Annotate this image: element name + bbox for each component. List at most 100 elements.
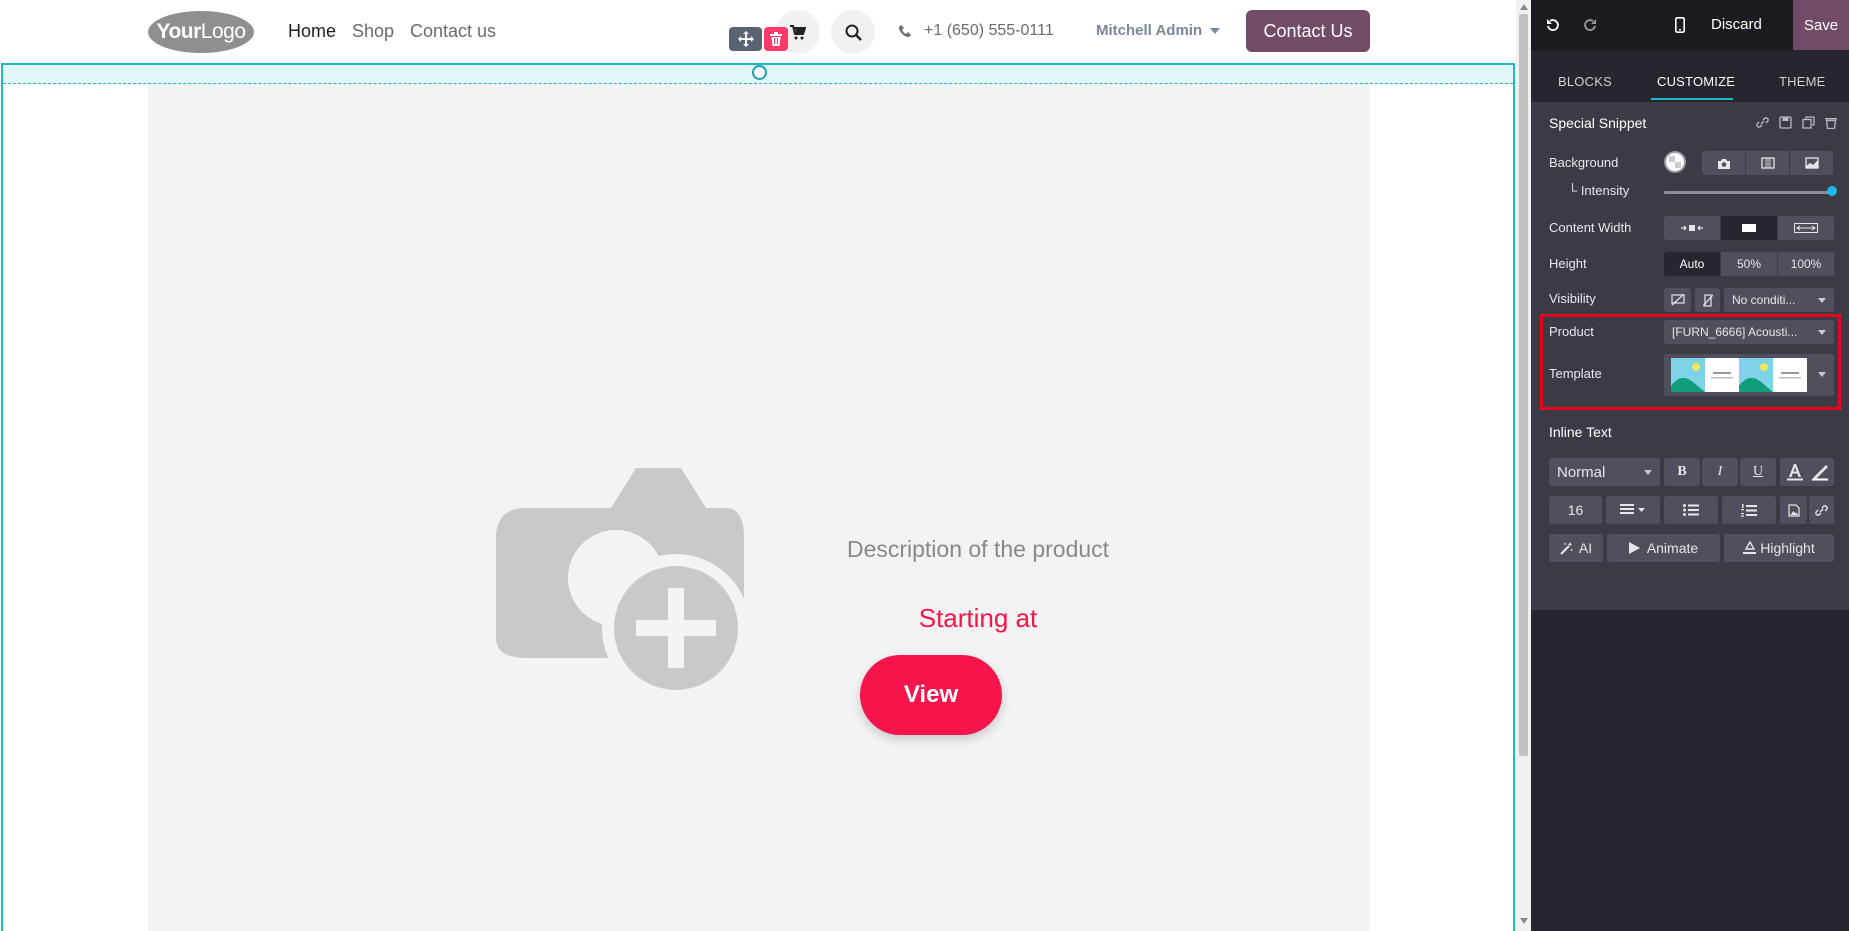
content-width-group — [1664, 216, 1834, 240]
contact-us-button[interactable]: Contact Us — [1246, 10, 1370, 52]
link-icon[interactable] — [1756, 116, 1769, 129]
undo-button[interactable] — [1543, 15, 1563, 35]
discard-button[interactable]: Discard — [1711, 16, 1762, 33]
underline-button[interactable]: U — [1740, 458, 1776, 486]
align-icon — [1620, 504, 1645, 514]
insert-media-button[interactable] — [1780, 496, 1807, 524]
customize-panel: Special Snippet Background └ Intensity C… — [1531, 102, 1849, 610]
phone-number: +1 (650) 555-0111 — [924, 22, 1054, 39]
move-icon — [737, 31, 754, 47]
content-width-label: Content Width — [1549, 220, 1632, 235]
width-full-button[interactable] — [1778, 216, 1834, 240]
numbered-list-button[interactable] — [1722, 496, 1776, 524]
animate-label: Animate — [1646, 540, 1699, 556]
film-icon — [1760, 157, 1775, 169]
hide-desktop-button[interactable] — [1664, 288, 1691, 312]
checker-icon — [1669, 156, 1681, 168]
user-name: Mitchell Admin — [1096, 22, 1203, 39]
intensity-label: └ Intensity — [1568, 183, 1630, 198]
tab-theme[interactable]: THEME — [1779, 74, 1826, 89]
search-button[interactable] — [831, 10, 875, 54]
save-snippet-icon[interactable] — [1779, 116, 1792, 129]
search-icon — [845, 24, 862, 41]
font-color-icon[interactable] — [1785, 463, 1805, 481]
ai-label: AI — [1578, 540, 1593, 556]
inline-text-title: Inline Text — [1549, 424, 1612, 440]
move-snippet-button[interactable] — [729, 27, 762, 51]
background-image-button[interactable] — [1702, 151, 1746, 175]
scroll-down-icon[interactable] — [1520, 918, 1528, 924]
tab-customize[interactable]: CUSTOMIZE — [1657, 74, 1735, 89]
bold-button[interactable]: B — [1664, 458, 1700, 486]
highlight-color-icon[interactable] — [1811, 463, 1829, 481]
numbered-list-icon — [1741, 503, 1757, 517]
phone-contact[interactable]: +1 (650) 555-0111 — [898, 22, 1054, 40]
highlight-annotation-box — [1540, 314, 1841, 410]
save-button[interactable]: Save — [1793, 0, 1849, 50]
highlight-button[interactable]: Highlight — [1724, 534, 1834, 562]
user-menu[interactable]: Mitchell Admin — [1096, 22, 1221, 39]
nav-shop[interactable]: Shop — [352, 21, 394, 42]
undo-icon — [1547, 19, 1559, 31]
redo-icon — [1584, 19, 1596, 31]
insert-link-button[interactable] — [1809, 496, 1834, 524]
height-100-button[interactable]: 100% — [1778, 252, 1834, 276]
bullet-list-button[interactable] — [1664, 496, 1718, 524]
background-video-button[interactable] — [1746, 151, 1790, 175]
snippet-title: Special Snippet — [1549, 115, 1647, 131]
duplicate-icon[interactable] — [1802, 116, 1815, 129]
redo-button[interactable] — [1580, 15, 1600, 35]
delete-snippet-button[interactable] — [764, 27, 788, 51]
scroll-thumb[interactable] — [1519, 14, 1528, 756]
background-label: Background — [1549, 155, 1619, 170]
visibility-condition-value: No conditi... — [1732, 293, 1796, 307]
tab-blocks[interactable]: BLOCKS — [1558, 74, 1612, 89]
background-shape-button[interactable] — [1790, 151, 1833, 175]
delete-icon[interactable] — [1825, 116, 1837, 129]
hide-mobile-button[interactable] — [1695, 288, 1720, 312]
visibility-label: Visibility — [1549, 291, 1596, 306]
intensity-slider-knob[interactable] — [1827, 186, 1837, 196]
view-button[interactable]: View — [860, 655, 1002, 735]
height-auto-button[interactable]: Auto — [1664, 252, 1721, 276]
shape-icon — [1804, 157, 1819, 169]
full-width-icon — [1794, 223, 1818, 233]
snippet-actions — [1756, 116, 1837, 129]
highlight-icon — [1743, 541, 1757, 554]
text-style-select[interactable]: Normal — [1549, 458, 1660, 486]
link-icon — [1815, 504, 1828, 516]
chevron-down-icon — [1818, 298, 1826, 303]
scroll-up-icon[interactable] — [1520, 4, 1528, 10]
width-small-button[interactable] — [1664, 216, 1721, 240]
nav-contact-us[interactable]: Contact us — [410, 21, 496, 42]
editor-topbar: Discard Save — [1531, 0, 1849, 50]
page-scrollbar[interactable] — [1516, 0, 1531, 931]
height-50-button[interactable]: 50% — [1721, 252, 1778, 276]
trash-icon — [770, 32, 782, 46]
height-group: Auto 50% 100% — [1664, 252, 1834, 276]
nav-home[interactable]: Home — [288, 21, 336, 42]
logo-text-light: Logo — [200, 20, 246, 43]
background-type-group — [1702, 151, 1833, 175]
align-dropdown[interactable] — [1606, 496, 1660, 524]
font-size-input[interactable]: 16 — [1549, 496, 1602, 524]
regular-width-icon — [1742, 224, 1756, 232]
intensity-slider[interactable] — [1664, 191, 1832, 194]
site-logo[interactable]: Your Logo — [148, 11, 254, 53]
magic-wand-icon — [1560, 541, 1573, 555]
mobile-preview-button[interactable] — [1670, 15, 1690, 35]
special-snippet[interactable]: Description of the product Starting at V… — [148, 84, 1370, 931]
highlight-label: Highlight — [1760, 540, 1815, 556]
background-color-picker[interactable] — [1664, 151, 1686, 173]
animate-button[interactable]: Animate — [1607, 534, 1720, 562]
width-regular-button[interactable] — [1721, 216, 1778, 240]
visibility-condition-select[interactable]: No conditi... — [1724, 288, 1834, 312]
image-placeholder-icon — [496, 468, 750, 698]
price-label: Starting at — [918, 603, 1038, 633]
editor-tabs: BLOCKS CUSTOMIZE THEME — [1531, 50, 1849, 102]
italic-button[interactable]: I — [1702, 458, 1738, 486]
resize-handle[interactable] — [752, 65, 767, 80]
mobile-icon — [1675, 17, 1685, 33]
ai-button[interactable]: AI — [1549, 534, 1603, 562]
phone-icon — [899, 25, 911, 37]
